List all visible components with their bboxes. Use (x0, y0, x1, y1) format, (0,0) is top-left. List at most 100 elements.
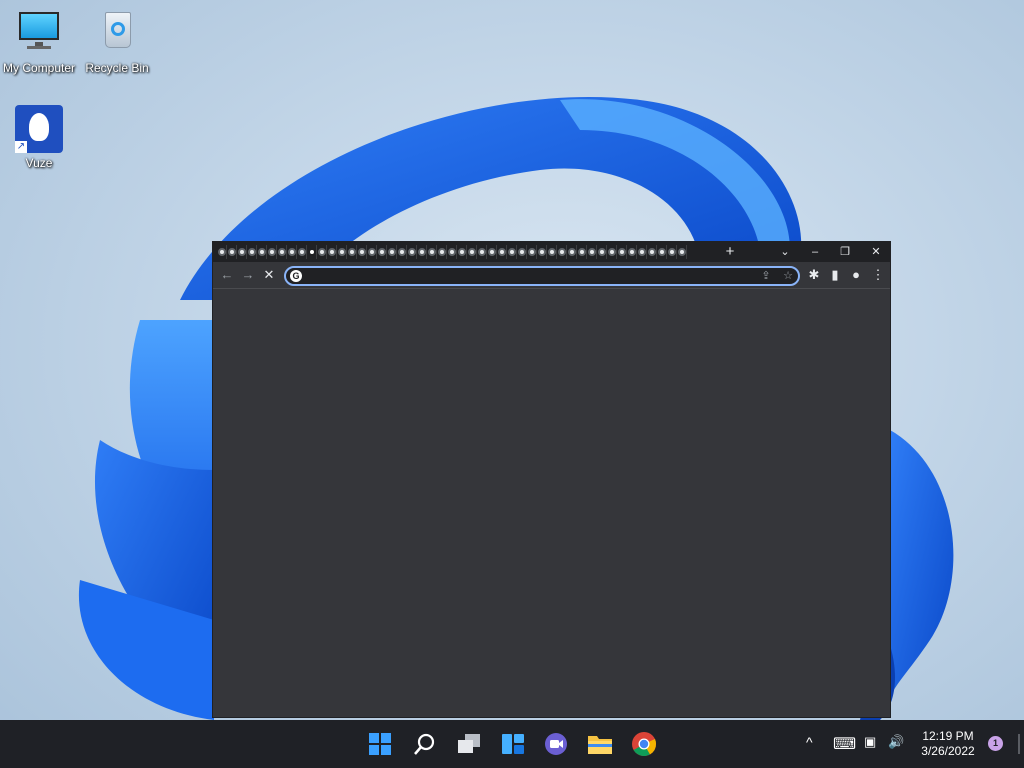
start-icon[interactable] (364, 728, 396, 760)
browser-tab[interactable] (267, 245, 277, 259)
browser-tab[interactable] (637, 245, 647, 259)
clock[interactable]: 12:19 PM 3/26/2022 (916, 729, 980, 759)
browser-tab[interactable] (527, 245, 537, 259)
browser-tab[interactable] (627, 245, 637, 259)
keyboard-icon[interactable]: ⌨ (833, 734, 856, 754)
desktop-icon-recycle-bin[interactable]: Recycle Bin (78, 10, 156, 75)
restore-button[interactable]: ❐ (831, 242, 859, 262)
back-button[interactable]: ← (218, 266, 236, 284)
task-view-icon[interactable] (453, 728, 485, 760)
tab-favicon-icon (367, 248, 376, 256)
browser-tab[interactable] (497, 245, 507, 259)
tab-favicon-icon (667, 248, 676, 256)
forward-button[interactable]: → (239, 266, 257, 284)
share-icon[interactable]: ⇪ (758, 268, 774, 284)
extensions-icon[interactable]: ✱ (805, 266, 823, 284)
browser-tab[interactable] (357, 245, 367, 259)
notification-badge[interactable]: 1 (988, 736, 1003, 751)
browser-tab[interactable] (557, 245, 567, 259)
browser-tab[interactable] (447, 245, 457, 259)
browser-tab[interactable] (427, 245, 437, 259)
minimize-button[interactable]: – (801, 242, 829, 262)
browser-tab[interactable] (417, 245, 427, 259)
chrome-icon[interactable] (628, 728, 660, 760)
stop-loading-button[interactable]: ✕ (260, 266, 278, 284)
browser-tab[interactable] (277, 245, 287, 259)
browser-tab[interactable] (607, 245, 617, 259)
browser-tab[interactable] (317, 245, 327, 259)
chrome-window[interactable]: + ⌄ – ❐ ✕ ← → ✕ G ⇪ ☆ ✱ ▮ ● ⋮ (212, 241, 891, 718)
browser-tab[interactable] (657, 245, 667, 259)
browser-tab[interactable] (437, 245, 447, 259)
address-input[interactable] (306, 269, 746, 283)
browser-tab[interactable] (507, 245, 517, 259)
tab-favicon-icon (437, 248, 446, 256)
browser-tab[interactable] (397, 245, 407, 259)
tab-favicon-icon (597, 248, 606, 256)
browser-tab[interactable] (257, 245, 267, 259)
search-icon[interactable] (409, 728, 441, 760)
browser-tab[interactable] (287, 245, 297, 259)
browser-tab[interactable] (477, 245, 487, 259)
page-content[interactable] (213, 290, 890, 717)
new-tab-button[interactable]: + (721, 243, 739, 261)
widgets-icon[interactable] (497, 728, 529, 760)
browser-tab[interactable] (297, 245, 307, 259)
browser-tab[interactable] (377, 245, 387, 259)
desktop-icon-vuze[interactable]: ↗ Vuze (0, 105, 78, 170)
tab-favicon-icon (227, 248, 236, 256)
tab-favicon-icon (627, 248, 636, 256)
tab-favicon-icon (317, 248, 326, 256)
browser-tab[interactable] (617, 245, 627, 259)
profile-icon[interactable]: ● (847, 266, 865, 284)
address-bar[interactable]: G ⇪ ☆ (284, 266, 800, 286)
desktop-icon-label: My Computer (2, 61, 76, 75)
browser-tab[interactable] (367, 245, 377, 259)
browser-tab[interactable] (387, 245, 397, 259)
show-desktop-button[interactable] (1018, 734, 1020, 754)
file-explorer-icon[interactable] (584, 728, 616, 760)
browser-tab[interactable] (517, 245, 527, 259)
browser-tab[interactable] (407, 245, 417, 259)
browser-tab[interactable] (667, 245, 677, 259)
tab-favicon-icon (347, 248, 356, 256)
desktop-icon-my-computer[interactable]: My Computer (0, 10, 78, 75)
browser-tab[interactable] (457, 245, 467, 259)
browser-toolbar: ← → ✕ G ⇪ ☆ ✱ ▮ ● ⋮ (213, 262, 890, 289)
tab-list (217, 245, 707, 259)
browser-tab[interactable] (537, 245, 547, 259)
browser-tab[interactable] (337, 245, 347, 259)
browser-tab[interactable] (487, 245, 497, 259)
browser-tab[interactable] (587, 245, 597, 259)
side-panel-icon[interactable]: ▮ (826, 266, 844, 284)
bookmark-star-icon[interactable]: ☆ (780, 268, 796, 284)
tab-search-button[interactable]: ⌄ (771, 242, 799, 262)
tab-favicon-icon (467, 248, 476, 256)
menu-icon[interactable]: ⋮ (869, 266, 887, 284)
browser-tab[interactable] (227, 245, 237, 259)
network-icon[interactable]: ▣ (864, 734, 876, 750)
tab-favicon-icon (577, 248, 586, 256)
browser-tab[interactable] (547, 245, 557, 259)
tab-favicon-icon (387, 248, 396, 256)
browser-tab[interactable] (647, 245, 657, 259)
browser-tab[interactable] (237, 245, 247, 259)
browser-tab[interactable] (467, 245, 477, 259)
browser-tab[interactable] (677, 245, 687, 259)
browser-tab[interactable] (327, 245, 337, 259)
volume-icon[interactable]: 🔊 (888, 734, 904, 750)
close-window-button[interactable]: ✕ (862, 242, 890, 262)
browser-tab[interactable] (247, 245, 257, 259)
tab-favicon-icon (517, 248, 526, 256)
teams-chat-icon[interactable] (540, 728, 572, 760)
browser-tab[interactable] (347, 245, 357, 259)
tab-favicon-icon (217, 248, 226, 256)
browser-tab[interactable] (597, 245, 607, 259)
browser-tab[interactable] (307, 245, 317, 259)
browser-tab[interactable] (217, 245, 227, 259)
tab-favicon-icon (607, 248, 616, 256)
show-hidden-icons-chevron-icon[interactable]: ^ (806, 734, 813, 750)
browser-tab[interactable] (577, 245, 587, 259)
browser-tab[interactable] (567, 245, 577, 259)
tab-favicon-icon (277, 248, 286, 256)
